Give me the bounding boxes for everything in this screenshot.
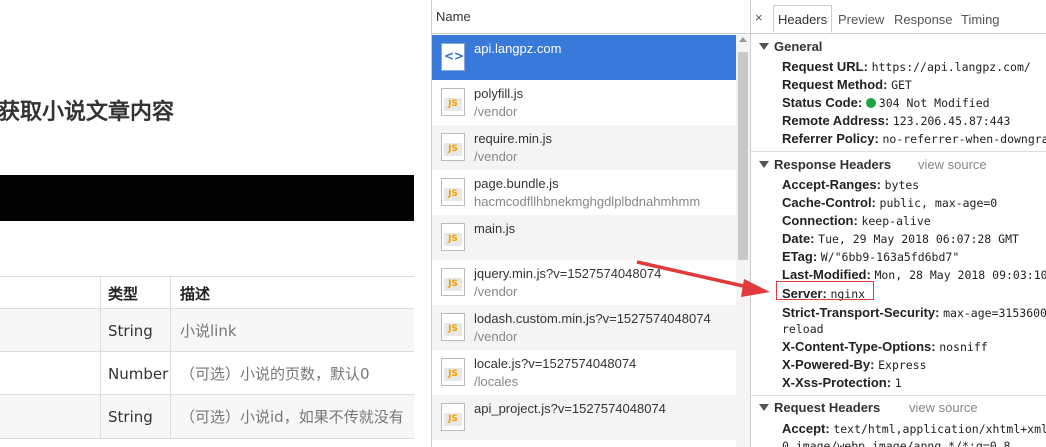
request-name: page.bundle.js: [474, 176, 559, 191]
header-row: Referrer Policy: no-referrer-when-downgr…: [782, 131, 1046, 146]
header-row: X-Content-Type-Options: nosniff: [782, 339, 988, 354]
header-row: Last-Modified: Mon, 28 May 2018 09:03:10…: [782, 267, 1046, 282]
request-name: lodash.custom.min.js?v=1527574048074: [474, 311, 711, 326]
request-row-jquery[interactable]: JS jquery.min.js?v=1527574048074 /vendor: [432, 260, 736, 305]
table-row: String （可选）小说id，如果不传就没有: [0, 394, 414, 439]
request-path: /vendor: [474, 149, 518, 164]
request-details-pane: × Headers Preview Response Timing Genera…: [751, 0, 1046, 447]
js-file-icon: JS: [441, 88, 465, 116]
param-desc: （可选）小说id，如果不传就没有: [180, 408, 404, 426]
param-type: String: [108, 407, 153, 426]
param-desc: （可选）小说的页数，默认0: [180, 365, 370, 383]
section-divider: [751, 151, 1046, 152]
header-row: ETag: W/"6bb9-163a5fd6bd7": [782, 249, 960, 264]
collapse-triangle-icon: [759, 43, 769, 50]
param-desc: 小说link: [180, 322, 237, 340]
js-file-icon: JS: [441, 133, 465, 161]
js-file-icon: JS: [441, 313, 465, 341]
network-request-list: Name <> api.langpz.com JS polyfill.js /v…: [431, 0, 751, 447]
annotation-highlight-box: [776, 281, 874, 300]
pane-gap: [414, 0, 431, 447]
page-title: 获取小说文章内容: [0, 100, 175, 125]
tab-timing[interactable]: Timing: [961, 12, 1000, 27]
request-row-main[interactable]: JS main.js: [432, 215, 736, 260]
request-path: /vendor: [474, 104, 518, 119]
status-ok-icon: [865, 98, 876, 108]
request-name: api.langpz.com: [474, 41, 562, 56]
table-header-row: 类型 描述: [0, 276, 414, 309]
js-file-icon: JS: [441, 358, 465, 386]
request-path: hacmcodfllhbnekmghgdlplbdnahmhmm: [474, 194, 701, 209]
tab-preview[interactable]: Preview: [838, 12, 884, 27]
header-row: Status Code: 304 Not Modified: [782, 95, 990, 110]
param-type: String: [108, 321, 153, 340]
request-row-page-bundle[interactable]: JS page.bundle.js hacmcodfllhbnekmghgdlp…: [432, 170, 736, 215]
code-block-bar: [0, 175, 414, 221]
header-row: Connection: keep-alive: [782, 213, 931, 228]
request-path: /vendor: [474, 329, 518, 344]
collapse-triangle-icon: [759, 404, 769, 411]
header-row-continuation: 0,image/webp,image/apng,*/*;q=0.8: [782, 439, 1011, 447]
request-name: jquery.min.js?v=1527574048074: [474, 266, 662, 281]
request-name: main.js: [474, 221, 516, 236]
js-file-icon: JS: [441, 268, 465, 296]
request-name: locale.js?v=1527574048074: [474, 356, 637, 371]
header-row: Accept-Ranges: bytes: [782, 177, 920, 192]
request-name: require.min.js: [474, 131, 553, 146]
document-icon: <>: [441, 43, 465, 71]
js-file-icon: JS: [441, 403, 465, 431]
close-icon[interactable]: ×: [755, 10, 763, 25]
request-row-locale[interactable]: JS locale.js?v=1527574048074 /locales: [432, 350, 736, 395]
header-row-continuation: reload: [782, 322, 824, 336]
details-tab-bar: × Headers Preview Response Timing: [751, 0, 1046, 34]
request-row-require[interactable]: JS require.min.js /vendor: [432, 125, 736, 170]
name-column-header[interactable]: Name: [432, 0, 750, 34]
header-row: Request URL: https://api.langpz.com/: [782, 59, 1031, 74]
request-headers-section-header[interactable]: Request Headers: [759, 400, 880, 415]
table-row: Number （可选）小说的页数，默认0: [0, 351, 414, 395]
request-row-lodash[interactable]: JS lodash.custom.min.js?v=1527574048074 …: [432, 305, 736, 350]
scroll-up-arrow-icon[interactable]: [739, 37, 747, 42]
collapse-triangle-icon: [759, 161, 769, 168]
request-row-api[interactable]: <> api.langpz.com: [432, 35, 736, 80]
request-path: /vendor: [474, 284, 518, 299]
header-row: X-Powered-By: Express: [782, 357, 927, 372]
request-row-api-project[interactable]: JS api_project.js?v=1527574048074: [432, 395, 736, 440]
request-name: polyfill.js: [474, 86, 524, 101]
header-row: Strict-Transport-Security: max-age=31536…: [782, 305, 1046, 320]
js-file-icon: JS: [441, 223, 465, 251]
doc-page: 获取小说文章内容 类型 描述 String 小说link Number （可选）…: [0, 0, 414, 447]
request-path: /locales: [474, 374, 519, 389]
header-row: Request Method: GET: [782, 77, 912, 92]
view-source-link[interactable]: view source: [909, 400, 978, 415]
view-source-link[interactable]: view source: [918, 157, 987, 172]
header-row: X-Xss-Protection: 1: [782, 375, 902, 390]
table-row: String 小说link: [0, 308, 414, 352]
header-row: Date: Tue, 29 May 2018 06:07:28 GMT: [782, 231, 1019, 246]
tab-response[interactable]: Response: [894, 12, 953, 27]
request-name: api_project.js?v=1527574048074: [474, 401, 666, 416]
col-type-header: 类型: [108, 284, 139, 303]
header-row: Cache-Control: public, max-age=0: [782, 195, 998, 210]
general-section-header[interactable]: General: [759, 39, 822, 54]
request-row-polyfill[interactable]: JS polyfill.js /vendor: [432, 80, 736, 125]
col-desc-header: 描述: [180, 284, 211, 303]
param-type: Number: [108, 364, 169, 383]
js-file-icon: JS: [441, 178, 465, 206]
section-divider: [751, 395, 1046, 396]
list-scrollbar-thumb[interactable]: [738, 52, 748, 260]
response-headers-section-header[interactable]: Response Headers: [759, 157, 891, 172]
tab-headers[interactable]: Headers: [773, 5, 833, 33]
header-row: Accept: text/html,application/xhtml+xml: [782, 421, 1046, 436]
header-row: Remote Address: 123.206.45.87:443: [782, 113, 1011, 128]
